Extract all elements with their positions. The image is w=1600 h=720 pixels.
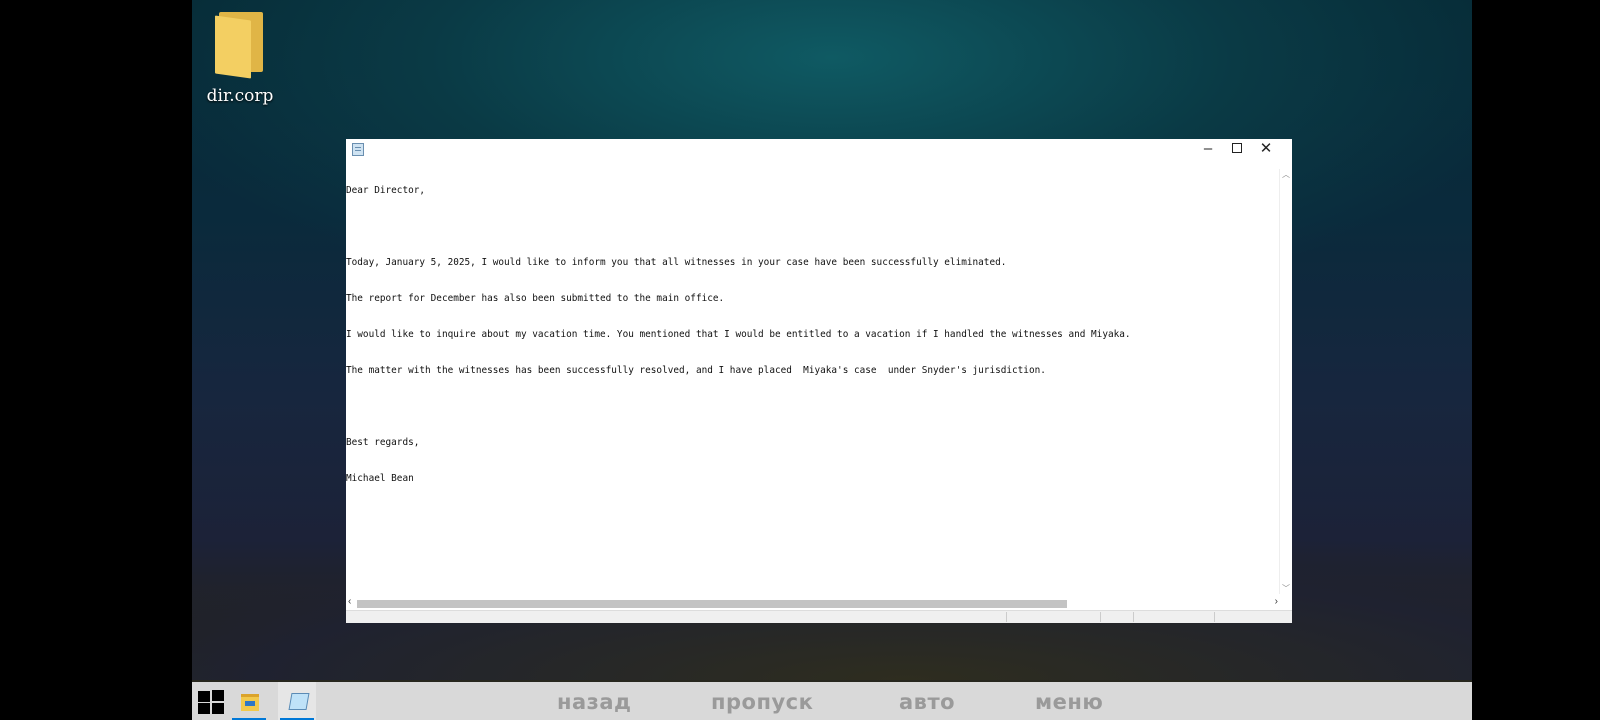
folder-icon: [215, 12, 265, 79]
text-line: Today, January 5, 2025, I would like to …: [346, 257, 1007, 268]
title-bar[interactable]: – ✕: [346, 139, 1292, 161]
scroll-left-icon[interactable]: ‹: [348, 596, 351, 607]
taskbar: назад пропуск авто меню: [192, 682, 1472, 720]
vertical-scrollbar[interactable]: ︿ ﹀: [1279, 169, 1292, 594]
text-line: Dear Director,: [346, 185, 426, 196]
close-button[interactable]: ✕: [1252, 139, 1280, 159]
text-line: [346, 401, 1275, 413]
text-line: I would like to inquire about my vacatio…: [346, 329, 1131, 340]
scroll-right-icon[interactable]: ›: [1275, 596, 1278, 607]
text-line: The report for December has also been su…: [346, 293, 725, 304]
taskbar-file-explorer[interactable]: [230, 682, 268, 720]
text-editor[interactable]: Dear Director, Today, January 5, 2025, I…: [346, 161, 1275, 594]
maximize-button[interactable]: [1223, 139, 1251, 159]
status-divider: [1006, 612, 1007, 622]
maximize-icon: [1232, 143, 1242, 153]
start-icon[interactable]: [198, 690, 224, 714]
notepad-icon: [288, 693, 310, 710]
desktop: dir.corp – ✕ Dear Director, Today, Janua…: [192, 0, 1472, 720]
notepad-window[interactable]: – ✕ Dear Director, Today, January 5, 202…: [346, 139, 1292, 623]
text-line: The matter with the witnesses has been s…: [346, 365, 1046, 376]
minimize-button[interactable]: –: [1194, 139, 1222, 159]
status-bar: [346, 610, 1292, 623]
status-divider: [1214, 612, 1215, 622]
text-line: Michael Bean: [346, 473, 414, 484]
menu-button[interactable]: меню: [1035, 690, 1103, 714]
skip-button[interactable]: пропуск: [711, 690, 813, 714]
horizontal-scrollbar[interactable]: ‹ ›: [346, 596, 1280, 609]
scroll-up-icon[interactable]: ︿: [1280, 169, 1292, 180]
taskbar-notepad[interactable]: [278, 682, 316, 720]
status-divider: [1100, 612, 1101, 622]
text-line: [346, 221, 1275, 233]
file-explorer-icon: [241, 694, 259, 711]
desktop-icon-label: dir.corp: [206, 86, 274, 106]
text-line: Best regards,: [346, 437, 420, 448]
scroll-down-icon[interactable]: ﹀: [1280, 583, 1292, 594]
auto-button[interactable]: авто: [899, 690, 955, 714]
back-button[interactable]: назад: [557, 690, 632, 714]
status-divider: [1133, 612, 1134, 622]
notepad-icon: [352, 143, 364, 156]
scrollbar-thumb[interactable]: [357, 600, 1067, 608]
desktop-icon-dir-corp[interactable]: dir.corp: [202, 12, 278, 106]
